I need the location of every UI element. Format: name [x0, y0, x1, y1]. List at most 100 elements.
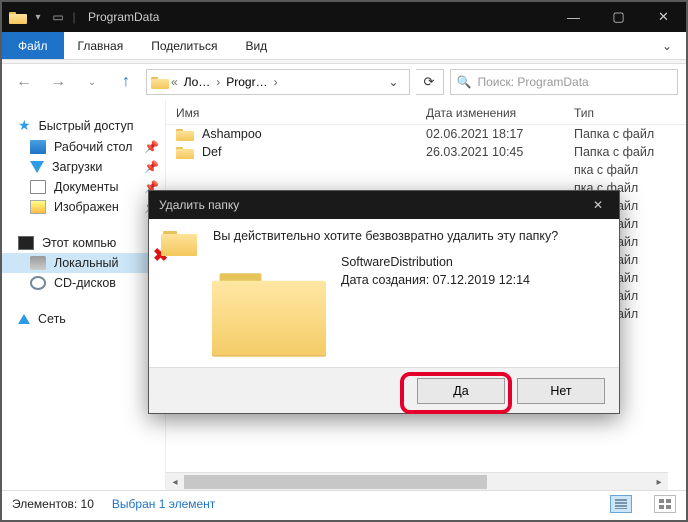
sidebar-item-label: CD-дисков [54, 276, 116, 290]
sidebar-item-label: Сеть [38, 312, 66, 326]
dialog-title: Удалить папку [159, 198, 239, 212]
dialog-titlebar: Удалить папку ✕ [149, 191, 619, 219]
back-button[interactable]: ← [10, 68, 38, 96]
up-button[interactable]: ↑ [112, 68, 140, 96]
status-bar: Элементов: 10 Выбран 1 элемент [2, 490, 686, 516]
file-type: пка с файл [574, 163, 686, 177]
scrollbar-thumb[interactable] [184, 475, 487, 489]
desktop-icon [30, 140, 46, 154]
refresh-button[interactable]: ⟳ [416, 69, 444, 95]
ribbon-expand-icon[interactable]: ⌄ [648, 32, 686, 59]
col-name[interactable]: Имя [176, 106, 426, 120]
file-type: Папка с файл [574, 127, 686, 141]
delete-folder-dialog: Удалить папку ✕ ✖ Вы действительно хотит… [148, 190, 620, 414]
sidebar-item-label: Локальный [54, 256, 119, 270]
network-icon [18, 314, 30, 324]
scroll-right-icon[interactable]: ▸ [650, 473, 668, 491]
folder-large-icon [212, 269, 326, 360]
sidebar-item-desktop[interactable]: Рабочий стол 📌 [2, 137, 165, 157]
sidebar-this-pc[interactable]: Этот компью [2, 233, 165, 253]
file-date: 26.03.2021 10:45 [426, 145, 574, 159]
sidebar-item-label: Этот компью [42, 236, 116, 250]
cd-icon [30, 276, 46, 290]
tab-view[interactable]: Вид [231, 32, 281, 59]
folder-icon [176, 127, 194, 141]
view-large-button[interactable] [654, 495, 676, 513]
dialog-target-name: SoftwareDistribution [341, 253, 607, 271]
details-icon [615, 499, 627, 509]
grid-icon [659, 499, 671, 509]
scroll-left-icon[interactable]: ◂ [166, 473, 184, 491]
dialog-message: Вы действительно хотите безвозвратно уда… [213, 229, 607, 243]
path-box[interactable]: « Ло… › Progr… › ⌄ [146, 69, 410, 95]
recent-button[interactable]: ⌄ [78, 68, 106, 96]
dialog-target-date: Дата создания: 07.12.2019 12:14 [341, 271, 607, 289]
search-input[interactable]: 🔍 Поиск: ProgramData [450, 69, 679, 95]
crumb-2[interactable]: Progr… [222, 75, 271, 89]
folder-delete-icon: ✖ [161, 229, 197, 257]
sidebar-item-cd[interactable]: CD-дисков [2, 273, 165, 293]
table-row[interactable]: Ashampoo 02.06.2021 18:17Папка с файл [166, 125, 686, 143]
sidebar-item-label: Рабочий стол [54, 140, 132, 154]
star-icon: ★ [18, 117, 31, 134]
qat-down-icon[interactable]: ▾ [30, 5, 46, 29]
no-button[interactable]: Нет [517, 378, 605, 404]
pin-icon: 📌 [144, 140, 165, 154]
folder-icon [6, 5, 30, 29]
document-icon [30, 180, 46, 194]
sidebar-item-label: Документы [54, 180, 118, 194]
path-sep: « [169, 75, 180, 89]
download-icon [30, 161, 44, 173]
col-type[interactable]: Тип [574, 106, 686, 120]
qat-sep: | [70, 5, 78, 29]
yes-button[interactable]: Да [417, 378, 505, 404]
sidebar-quick-access[interactable]: ★ Быстрый доступ [2, 114, 165, 137]
minimize-button[interactable]: — [551, 2, 596, 32]
close-button[interactable]: ✕ [641, 2, 686, 32]
file-name: Def [202, 145, 221, 159]
qat-props-icon[interactable]: ▭ [46, 5, 70, 29]
file-type: Папка с файл [574, 145, 686, 159]
sidebar-item-downloads[interactable]: Загрузки📌 [2, 157, 165, 177]
file-name: Ashampoo [202, 127, 262, 141]
path-folder-icon [151, 75, 169, 89]
col-date[interactable]: Дата изменения [426, 106, 574, 120]
file-tab[interactable]: Файл [2, 32, 64, 59]
search-placeholder: Поиск: ProgramData [477, 75, 588, 89]
sidebar-item-documents[interactable]: Документы📌 [2, 177, 165, 197]
picture-icon [30, 200, 46, 214]
dialog-buttons: Да Нет [149, 367, 619, 413]
chevron-right-icon[interactable]: › [214, 75, 222, 89]
titlebar: ▾ ▭ | ProgramData — ▢ ✕ [2, 2, 686, 32]
ribbon: Файл Главная Поделиться Вид ⌄ [2, 32, 686, 60]
sidebar-item-label: Быстрый доступ [39, 119, 134, 133]
tab-share[interactable]: Поделиться [137, 32, 231, 59]
status-selected: Выбран 1 элемент [112, 497, 215, 511]
crumb-1[interactable]: Ло… [180, 75, 215, 89]
explorer-window: ▾ ▭ | ProgramData — ▢ ✕ Файл Главная Под… [0, 0, 688, 522]
dialog-icon-area: ✖ [161, 229, 201, 289]
table-row[interactable]: Def 26.03.2021 10:45Папка с файл [166, 143, 686, 161]
folder-icon [176, 145, 194, 159]
sidebar-network[interactable]: Сеть [2, 309, 165, 329]
search-icon: 🔍 [457, 75, 472, 89]
column-headers[interactable]: Имя Дата изменения Тип [166, 100, 686, 125]
horizontal-scrollbar[interactable]: ◂ ▸ [166, 472, 668, 490]
sidebar-item-local-disk[interactable]: Локальный [2, 253, 165, 273]
disk-icon [30, 256, 46, 270]
pin-icon: 📌 [144, 160, 165, 174]
window-title: ProgramData [78, 10, 159, 24]
sidebar-item-pictures[interactable]: Изображен📌 [2, 197, 165, 217]
tab-home[interactable]: Главная [64, 32, 138, 59]
path-dropdown-icon[interactable]: ⌄ [382, 75, 404, 89]
table-row[interactable]: ..пка с файл [166, 161, 686, 179]
status-count: Элементов: 10 [12, 497, 94, 511]
x-icon: ✖ [153, 247, 169, 263]
forward-button[interactable]: → [44, 68, 72, 96]
chevron-right-icon[interactable]: › [272, 75, 280, 89]
dialog-close-button[interactable]: ✕ [577, 191, 619, 219]
sidebar: ★Быстрый доступ Рабочий стол📌 Загрузки📌 … [2, 100, 166, 490]
maximize-button[interactable]: ▢ [596, 2, 641, 32]
file-date: 02.06.2021 18:17 [426, 127, 574, 141]
view-details-button[interactable] [610, 495, 632, 513]
